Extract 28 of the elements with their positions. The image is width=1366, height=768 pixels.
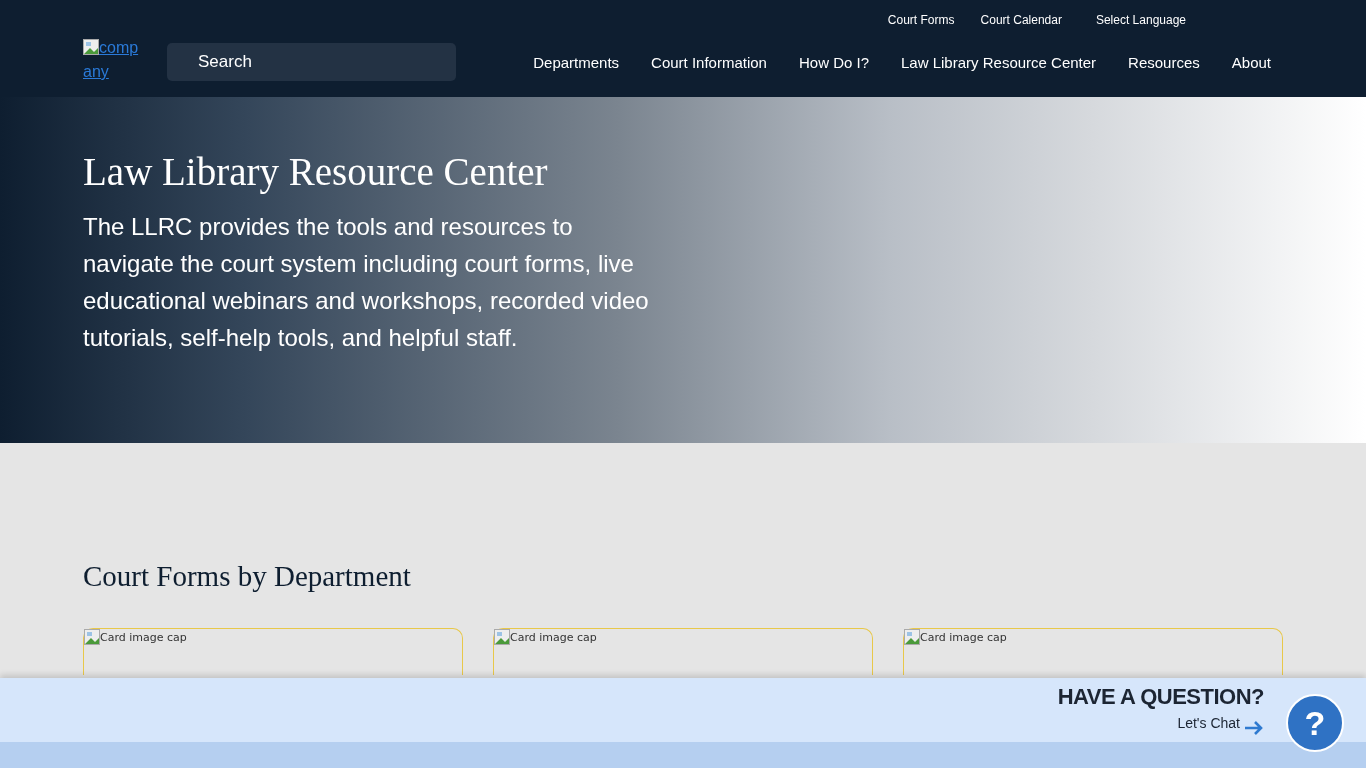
broken-image-icon (83, 39, 99, 55)
broken-image-icon (494, 629, 510, 645)
logo-link[interactable]: company (83, 36, 141, 88)
nav-link[interactable]: Law Library Resource Center (901, 53, 1097, 71)
nav-link[interactable]: Departments (533, 53, 620, 71)
card-image-alt: Card image cap (100, 630, 187, 644)
nav-link[interactable]: How Do I? (798, 53, 869, 71)
broken-image-icon (904, 629, 920, 645)
utility-link[interactable]: Court Calendar (980, 13, 1062, 28)
broken-image-icon (84, 629, 100, 645)
card-image-alt: Card image cap (920, 630, 1007, 644)
department-card[interactable]: Card image cap (903, 628, 1283, 675)
card-image-alt: Card image cap (510, 630, 597, 644)
nav-link[interactable]: Resources (1128, 53, 1200, 71)
nav-link[interactable]: About (1231, 53, 1271, 71)
chat-heading: HAVE A QUESTION? (1057, 684, 1264, 710)
section-title: Court Forms by Department (83, 560, 412, 593)
arrow-right-icon (1244, 720, 1264, 736)
chat-bubble-button[interactable]: ? (1286, 694, 1344, 752)
hero-description: The LLRC provides the tools and resources to navigate the court system including court forms, live educational webinars and workshops, recorded video tutorials, self-help tools, and helpful staff. (83, 212, 650, 353)
chat-link[interactable]: Let's Chat (1177, 710, 1264, 736)
department-card[interactable]: Card image cap (83, 628, 463, 675)
utility-link[interactable]: Court Forms (887, 13, 955, 28)
hero-title: Law Library Resource Center (83, 149, 549, 194)
utility-link[interactable]: Select Language (1095, 13, 1186, 28)
search-field[interactable]: Search (167, 43, 456, 81)
nav-link[interactable]: Court Information (651, 53, 767, 71)
department-card[interactable]: Card image cap (493, 628, 873, 675)
